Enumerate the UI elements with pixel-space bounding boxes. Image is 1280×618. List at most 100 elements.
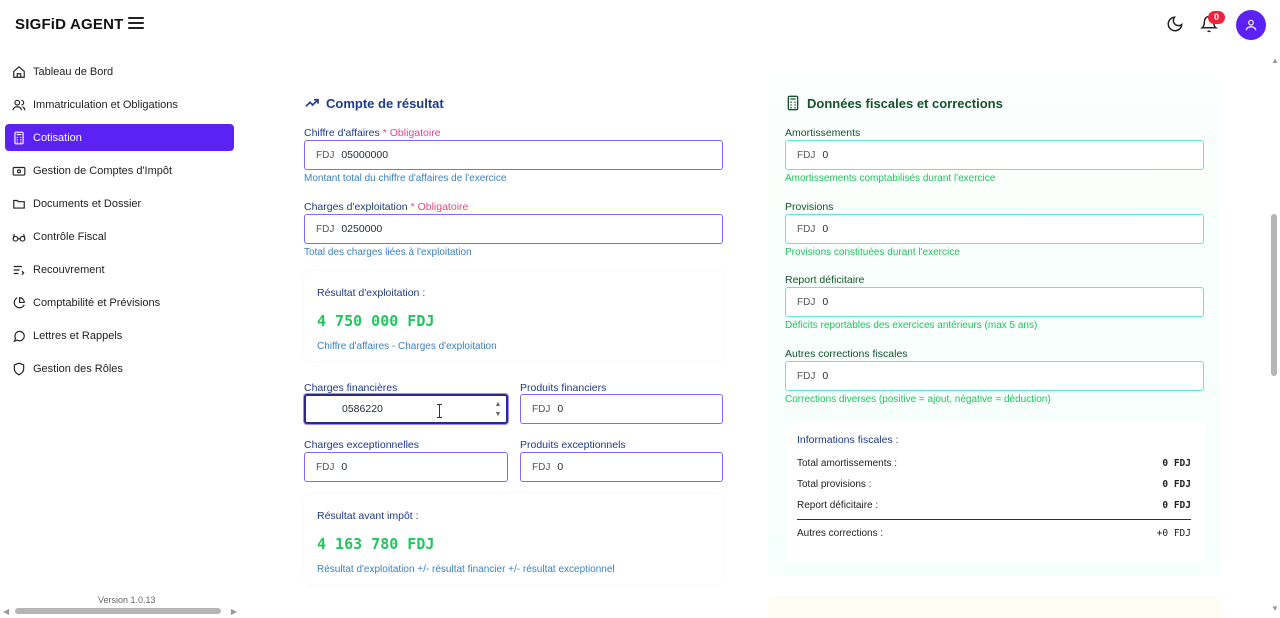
app-title: SIGFiD AGENT — [15, 16, 124, 33]
produits-financiers-label: Produits financiers — [520, 382, 607, 394]
input-value: 0 — [822, 223, 829, 235]
info-row-value: 0 FDJ — [1162, 458, 1191, 469]
notification-count-badge: 0 — [1208, 11, 1225, 24]
autres-corrections-input[interactable]: FDJ 0 — [785, 361, 1204, 391]
input-value: 0 — [822, 149, 829, 161]
calculator-icon — [14, 131, 24, 144]
amortissements-input[interactable]: FDJ 0 — [785, 140, 1204, 170]
resultat-avant-impot-value: 4 163 780 FDJ — [317, 535, 435, 553]
glasses-icon — [12, 233, 26, 242]
folder-icon — [13, 199, 25, 209]
sidebar-item-documents[interactable]: Documents et Dossier — [5, 190, 234, 217]
sidebar-item-cotisation[interactable]: Cotisation — [5, 124, 234, 151]
sidebar-horizontal-scrollbar[interactable]: ◀ ▶ — [3, 606, 237, 616]
sidebar-item-lettres[interactable]: Lettres et Rappels — [5, 322, 234, 349]
sidebar-item-immatriculation[interactable]: Immatriculation et Obligations — [5, 91, 234, 118]
charges-exploitation-label: Charges d'exploitation * Obligatoire — [304, 201, 468, 213]
required-marker: * Obligatoire — [410, 201, 469, 213]
list-icon — [13, 265, 25, 275]
sidebar-item-label: Immatriculation et Obligations — [33, 98, 178, 111]
input-value: 0 — [557, 461, 564, 473]
produits-exceptionnels-input[interactable]: FDJ 0 — [520, 452, 723, 482]
scroll-right-arrow-icon[interactable]: ▶ — [231, 607, 237, 616]
sidebar-item-recouvrement[interactable]: Recouvrement — [5, 256, 234, 283]
currency-prefix: FDJ — [797, 223, 816, 235]
user-avatar[interactable] — [1236, 10, 1266, 40]
informations-fiscales-title: Informations fiscales : — [797, 434, 899, 446]
currency-prefix: FDJ — [532, 403, 551, 415]
input-value: 0 — [822, 296, 829, 308]
calculator-icon — [787, 95, 799, 111]
resultat-avant-impot-label: Résultat avant impôt : — [317, 510, 419, 522]
sidebar-item-roles[interactable]: Gestion des Rôles — [5, 355, 234, 382]
info-row-label: Total provisions : — [797, 479, 872, 490]
currency-prefix: FDJ — [797, 149, 816, 161]
charges-financieres-input[interactable]: 0586220 ▲ ▼ — [304, 394, 508, 424]
amortissements-label: Amortissements — [785, 127, 861, 139]
sidebar-item-label: Comptabilité et Prévisions — [33, 296, 161, 309]
sidebar-item-tableau-de-bord[interactable]: Tableau de Bord — [5, 58, 234, 85]
report-deficitaire-label: Report déficitaire — [785, 274, 865, 286]
wallet-icon — [12, 166, 26, 176]
autres-corrections-label: Autres corrections fiscales — [785, 348, 908, 360]
required-marker: * Obligatoire — [382, 127, 441, 139]
scrollbar-thumb[interactable] — [15, 608, 221, 614]
charges-exceptionnelles-input[interactable]: FDJ 0 — [304, 452, 508, 482]
field-label-text: Charges d'exploitation — [304, 201, 408, 213]
input-value: 0 — [341, 461, 348, 473]
info-row-value: 0 FDJ — [1162, 479, 1191, 490]
scroll-up-arrow-icon[interactable]: ▲ — [1271, 56, 1279, 65]
input-value: 0250000 — [341, 223, 383, 235]
currency-prefix: FDJ — [316, 223, 335, 235]
charges-exploitation-help: Total des charges liées à l'exploitation — [304, 247, 472, 258]
info-row-report-deficitaire: Report déficitaire : 0 FDJ — [797, 500, 1191, 511]
users-icon — [12, 99, 26, 110]
app-version: Version 1.0.13 — [98, 595, 156, 605]
message-icon — [13, 330, 25, 342]
trending-up-icon — [305, 98, 319, 107]
autres-corrections-help: Corrections diverses (positive = ajout, … — [785, 394, 1051, 405]
input-value: 0 — [822, 370, 829, 382]
sidebar-item-comptabilite[interactable]: Comptabilité et Prévisions — [5, 289, 234, 316]
donnees-fiscales-section-title: Données fiscales et corrections — [785, 95, 1003, 111]
amortissements-help: Amortissements comptabilisés durant l'ex… — [785, 173, 996, 184]
provisions-input[interactable]: FDJ 0 — [785, 214, 1204, 244]
info-row-amortissements: Total amortissements : 0 FDJ — [797, 458, 1191, 469]
report-deficitaire-input[interactable]: FDJ 0 — [785, 287, 1204, 317]
scroll-left-arrow-icon[interactable]: ◀ — [3, 607, 9, 616]
user-icon — [1245, 19, 1257, 31]
info-row-value: 0 FDJ — [1162, 500, 1191, 511]
menu-toggle-icon[interactable] — [128, 17, 144, 31]
next-section-card-peek — [768, 596, 1220, 618]
scrollbar-thumb[interactable] — [1271, 214, 1277, 376]
provisions-label: Provisions — [785, 201, 834, 213]
pie-chart-icon — [13, 296, 25, 308]
chiffre-affaires-input[interactable]: FDJ 05000000 — [304, 140, 723, 170]
scroll-down-arrow-icon[interactable]: ▼ — [1271, 604, 1279, 613]
provisions-help: Provisions constituées durant l'exercice — [785, 247, 960, 258]
charges-exploitation-input[interactable]: FDJ 0250000 — [304, 214, 723, 244]
compte-resultat-section-title: Compte de résultat — [304, 95, 444, 111]
text-cursor-icon — [437, 404, 442, 418]
charges-exceptionnelles-label: Charges exceptionnelles — [304, 439, 419, 451]
resultat-exploitation-label: Résultat d'exploitation : — [317, 287, 426, 299]
input-value: 0 — [557, 403, 564, 415]
sidebar-item-controle-fiscal[interactable]: Contrôle Fiscal — [5, 223, 234, 250]
number-spinner[interactable]: ▲ ▼ — [494, 400, 502, 420]
spinner-down-icon[interactable]: ▼ — [494, 410, 502, 420]
currency-prefix: FDJ — [797, 296, 816, 308]
field-label-text: Chiffre d'affaires — [304, 127, 380, 139]
sidebar-item-gestion-comptes[interactable]: Gestion de Comptes d'Impôt — [5, 157, 234, 184]
currency-prefix: FDJ — [797, 370, 816, 382]
home-icon — [13, 65, 25, 78]
page-vertical-scrollbar[interactable]: ▲ ▼ — [1270, 52, 1280, 618]
input-value: 0586220 — [342, 403, 383, 415]
spinner-up-icon[interactable]: ▲ — [494, 400, 502, 410]
sidebar-item-label: Contrôle Fiscal — [33, 230, 107, 243]
sidebar-item-label: Lettres et Rappels — [33, 329, 123, 342]
dark-mode-toggle-icon[interactable] — [1166, 15, 1184, 33]
shield-icon — [13, 362, 25, 375]
info-row-label: Total amortissements : — [797, 458, 898, 469]
produits-financiers-input[interactable]: FDJ 0 — [520, 394, 723, 424]
resultat-exploitation-formula: Chiffre d'affaires - Charges d'exploitat… — [317, 341, 497, 352]
